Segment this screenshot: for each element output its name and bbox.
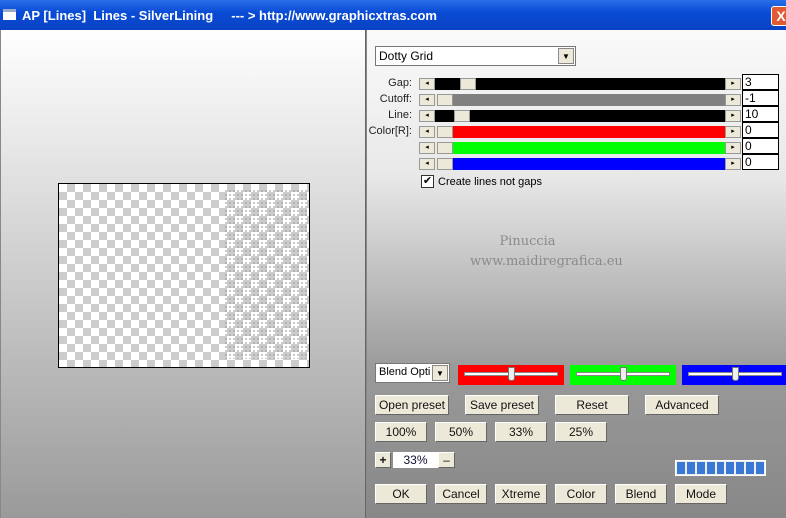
slider-4[interactable]: ◂ ▸ (419, 142, 741, 154)
preset-value: Dotty Grid (379, 49, 434, 63)
arrow-left-icon[interactable]: ◂ (419, 94, 435, 106)
slider-value-input[interactable]: 0 (742, 154, 779, 170)
slider-value-input[interactable]: 3 (742, 74, 779, 90)
slider-thumb[interactable] (437, 94, 453, 106)
slider-3[interactable]: ◂ ▸ (419, 126, 741, 138)
zoom-in-button[interactable]: + (375, 452, 391, 468)
zoom-out-button[interactable]: – (438, 452, 455, 468)
slider-1[interactable]: ◂ ▸ (419, 94, 741, 106)
watermark-line1: Pinuccia (499, 234, 556, 249)
arrow-right-icon[interactable]: ▸ (725, 142, 741, 154)
create-lines-label: Create lines not gaps (438, 176, 542, 188)
slider-value-input[interactable]: 0 (742, 122, 779, 138)
slider-5[interactable]: ◂ ▸ (419, 158, 741, 170)
title-bar: AP [Lines] Lines - SilverLining --- > ht… (0, 0, 786, 30)
slider-thumb[interactable] (454, 110, 470, 122)
slider-label: Gap: (388, 77, 412, 89)
arrow-left-icon[interactable]: ◂ (419, 78, 435, 90)
arrow-right-icon[interactable]: ▸ (725, 158, 741, 170)
blend-value: Blend Opti (379, 366, 431, 378)
chevron-down-icon[interactable]: ▼ (432, 365, 448, 381)
slider-label: Cutoff: (379, 93, 412, 105)
dotty-grid-pattern (224, 189, 309, 359)
preset-dropdown[interactable]: Dotty Grid ▼ (375, 46, 576, 66)
arrow-left-icon[interactable]: ◂ (419, 142, 435, 154)
zoom-value: 33% (393, 452, 438, 468)
check-icon: ✔ (422, 175, 433, 187)
open-preset-button[interactable]: Open preset (375, 395, 449, 415)
slider-value-input[interactable]: -1 (742, 90, 779, 106)
blend-color-slider[interactable] (570, 365, 676, 385)
slider-label: Color[R]: (368, 125, 412, 137)
progress-segment (746, 462, 755, 474)
arrow-right-icon[interactable]: ▸ (725, 126, 741, 138)
slider-2[interactable]: ◂ ▸ (419, 110, 741, 122)
blend-color-slider[interactable] (682, 365, 786, 385)
arrow-right-icon[interactable]: ▸ (725, 94, 741, 106)
slider-thumb[interactable] (437, 142, 453, 154)
progress-segment (736, 462, 745, 474)
arrow-right-icon[interactable]: ▸ (725, 78, 741, 90)
slider-thumb[interactable] (437, 126, 453, 138)
slider-label: Line: (388, 109, 412, 121)
progress-segment (677, 462, 685, 474)
window-icon (3, 9, 16, 20)
mode-button[interactable]: Mode (675, 484, 727, 504)
zoom-preset-button[interactable]: 100% (375, 422, 427, 442)
color-button[interactable]: Color (555, 484, 607, 504)
progress-segment (706, 462, 715, 474)
progress-bar (675, 460, 766, 476)
arrow-left-icon[interactable]: ◂ (419, 126, 435, 138)
chevron-down-icon[interactable]: ▼ (558, 48, 574, 64)
zoom-preset-button[interactable]: 25% (555, 422, 607, 442)
progress-segment (756, 462, 765, 474)
slider-thumb[interactable] (437, 158, 453, 170)
arrow-left-icon[interactable]: ◂ (419, 158, 435, 170)
watermark-line2: www.maidiregrafica.eu (470, 254, 623, 269)
blend-color-slider[interactable] (458, 365, 564, 385)
xtreme-button[interactable]: Xtreme (495, 484, 547, 504)
blend-options-dropdown[interactable]: Blend Opti ▼ (375, 363, 450, 383)
slider-thumb[interactable] (732, 367, 739, 381)
arrow-right-icon[interactable]: ▸ (725, 110, 741, 122)
preview-image[interactable] (58, 183, 310, 368)
progress-segment (726, 462, 735, 474)
save-preset-button[interactable]: Save preset (465, 395, 539, 415)
slider-value-input[interactable]: 0 (742, 138, 779, 154)
slider-value-input[interactable]: 10 (742, 106, 779, 122)
preview-panel (0, 30, 366, 518)
zoom-preset-button[interactable]: 50% (435, 422, 487, 442)
slider-thumb[interactable] (508, 367, 515, 381)
reset-button[interactable]: Reset (555, 395, 629, 415)
watermark: Pinuccia www.maidiregrafica.eu (470, 232, 623, 272)
zoom-preset-button[interactable]: 33% (495, 422, 547, 442)
advanced-button[interactable]: Advanced (645, 395, 719, 415)
blend-button[interactable]: Blend (615, 484, 667, 504)
progress-segment (686, 462, 695, 474)
progress-segment (716, 462, 725, 474)
slider-0[interactable]: ◂ ▸ (419, 78, 741, 90)
close-button[interactable]: X (771, 6, 786, 26)
slider-thumb[interactable] (460, 78, 476, 90)
cancel-button[interactable]: Cancel (435, 484, 487, 504)
arrow-left-icon[interactable]: ◂ (419, 110, 435, 122)
create-lines-checkbox[interactable]: ✔ (421, 175, 434, 188)
slider-thumb[interactable] (620, 367, 627, 381)
progress-segment (696, 462, 705, 474)
window-title: AP [Lines] Lines - SilverLining --- > ht… (22, 8, 437, 23)
ok-button[interactable]: OK (375, 484, 427, 504)
